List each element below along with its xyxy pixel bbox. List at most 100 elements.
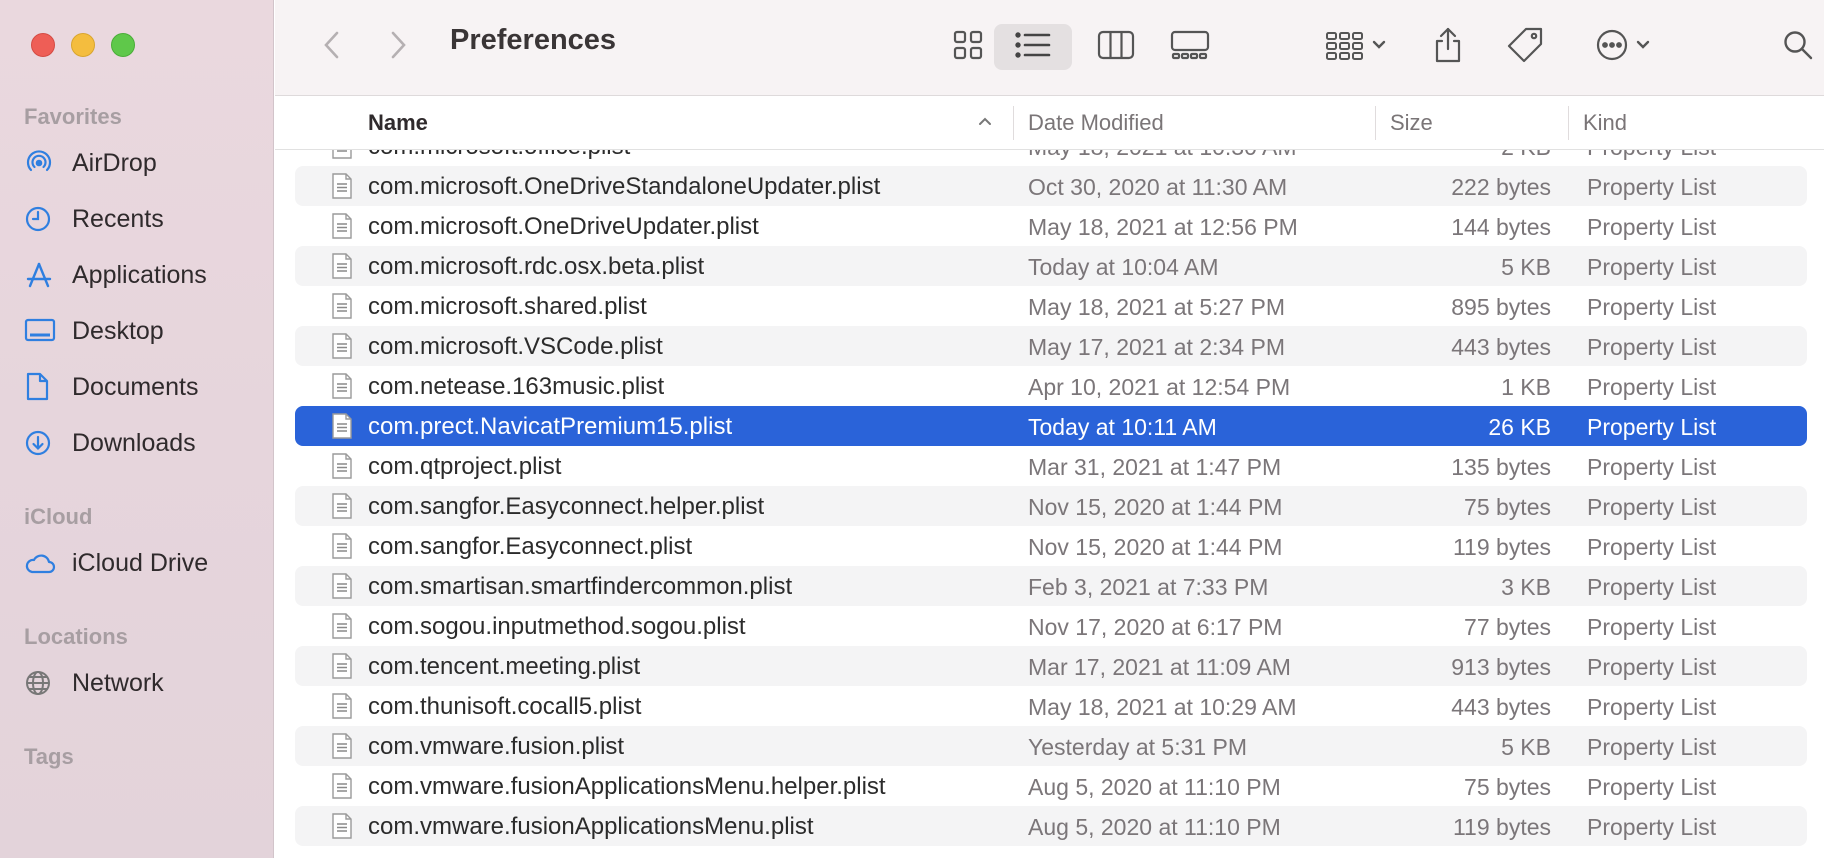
file-date-modified: Nov 15, 2020 at 1:44 PM — [1028, 534, 1283, 560]
file-date-modified: Apr 10, 2021 at 12:54 PM — [1028, 374, 1291, 400]
column-size-header[interactable]: Size — [1390, 110, 1433, 136]
column-name-header[interactable]: Name — [368, 110, 428, 136]
table-row[interactable]: com.vmware.fusionApplicationsMenu.plist A… — [295, 806, 1807, 846]
table-row[interactable]: com.sangfor.Easyconnect.helper.plist Nov … — [295, 486, 1807, 526]
file-kind: Property List — [1587, 654, 1717, 680]
file-kind: Property List — [1587, 374, 1717, 400]
file-name: com.prect.NavicatPremium15.plist — [368, 413, 733, 440]
gallery-icon — [1170, 30, 1210, 65]
sidebar-item-label: Recents — [72, 204, 164, 233]
file-kind: Property List — [1587, 534, 1717, 560]
file-size: 144 bytes — [1451, 214, 1551, 240]
file-kind: Property List — [1587, 574, 1717, 600]
file-name: com.sangfor.Easyconnect.plist — [368, 533, 693, 560]
ellipsis-circle-icon — [1595, 28, 1629, 67]
file-size: 135 bytes — [1451, 454, 1551, 480]
column-kind-header[interactable]: Kind — [1583, 110, 1627, 136]
file-kind: Property List — [1587, 294, 1717, 320]
table-row[interactable]: com.sogou.inputmethod.sogou.plist Nov 17,… — [295, 606, 1807, 646]
column-view-button[interactable] — [1083, 24, 1149, 70]
plist-file-icon — [331, 333, 353, 359]
table-row[interactable]: com.microsoft.shared.plist May 18, 2021 a… — [295, 286, 1807, 326]
share-button[interactable] — [1423, 24, 1473, 70]
table-row[interactable]: com.microsoft.VSCode.plist May 17, 2021 a… — [295, 326, 1807, 366]
file-size: 75 bytes — [1464, 774, 1551, 800]
table-row[interactable]: com.vmware.fusion.plist Yesterday at 5:31… — [295, 726, 1807, 766]
column-separator[interactable] — [1013, 106, 1014, 140]
file-name: com.thunisoft.cocall5.plist — [368, 693, 642, 720]
table-row[interactable]: com.qtproject.plist Mar 31, 2021 at 1:47 … — [295, 446, 1807, 486]
icon-view-button[interactable] — [935, 24, 1001, 70]
table-row[interactable]: com.netease.163music.plist Apr 10, 2021 a… — [295, 366, 1807, 406]
sidebar-item-downloads[interactable]: Downloads — [24, 420, 264, 466]
zoom-window-button[interactable] — [111, 33, 135, 57]
file-name: com.microsoft.OneDriveUpdater.plist — [368, 213, 759, 240]
forward-button[interactable] — [379, 24, 419, 70]
file-date-modified: Mar 17, 2021 at 11:09 AM — [1028, 654, 1291, 680]
tag-button[interactable] — [1497, 24, 1553, 70]
table-row[interactable]: com.microsoft.rdc.osx.beta.plist Today at… — [295, 246, 1807, 286]
table-row[interactable]: com.smartisan.smartfindercommon.plist Feb… — [295, 566, 1807, 606]
sidebar-item-icloud-drive[interactable]: iCloud Drive — [24, 540, 264, 586]
file-name: com.sogou.inputmethod.sogou.plist — [368, 613, 746, 640]
table-row[interactable]: com.microsoft.office.plist May 18, 2021 a… — [295, 150, 1807, 166]
sidebar-item-desktop[interactable]: Desktop — [24, 308, 264, 354]
grid-icon — [952, 29, 984, 66]
group-by-button[interactable] — [1315, 24, 1397, 70]
table-row-selected[interactable]: com.prect.NavicatPremium15.plist Today at… — [295, 406, 1807, 446]
table-row[interactable]: com.tencent.meeting.plist Mar 17, 2021 at… — [295, 646, 1807, 686]
clock-icon — [24, 202, 62, 236]
plist-file-icon — [331, 653, 353, 679]
file-kind: Property List — [1587, 334, 1717, 360]
plist-file-icon — [331, 293, 353, 319]
file-size: 75 bytes — [1464, 494, 1551, 520]
plist-file-icon — [331, 413, 353, 439]
file-name: com.smartisan.smartfindercommon.plist — [368, 573, 793, 600]
gallery-view-button[interactable] — [1157, 24, 1223, 70]
file-size: 3 KB — [1501, 574, 1551, 600]
sidebar-item-applications[interactable]: Applications — [24, 252, 264, 298]
plist-file-icon — [331, 213, 353, 239]
search-button[interactable] — [1775, 24, 1821, 70]
plist-file-icon — [331, 613, 353, 639]
file-name: com.qtproject.plist — [368, 453, 562, 480]
plist-file-icon — [331, 773, 353, 799]
file-date-modified: Aug 5, 2020 at 11:10 PM — [1028, 774, 1281, 800]
sidebar-item-documents[interactable]: Documents — [24, 364, 264, 410]
minimize-window-button[interactable] — [71, 33, 95, 57]
file-size: 119 bytes — [1452, 534, 1551, 560]
column-separator[interactable] — [1568, 106, 1569, 140]
file-name: com.microsoft.OneDriveStandaloneUpdater.… — [368, 173, 881, 200]
action-menu-button[interactable] — [1585, 24, 1661, 70]
list-view-button[interactable] — [994, 24, 1072, 70]
sidebar-item-recents[interactable]: Recents — [24, 196, 264, 242]
back-button[interactable] — [311, 24, 351, 70]
chevron-down-icon — [1635, 38, 1651, 56]
table-row[interactable]: com.microsoft.OneDriveStandaloneUpdater.… — [295, 166, 1807, 206]
file-date-modified: Oct 30, 2020 at 11:30 AM — [1028, 174, 1288, 200]
file-date-modified: Aug 5, 2020 at 11:10 PM — [1028, 814, 1281, 840]
plist-file-icon — [331, 573, 353, 599]
file-name: com.microsoft.rdc.osx.beta.plist — [368, 253, 705, 280]
file-date-modified: Yesterday at 5:31 PM — [1028, 734, 1248, 760]
file-date-modified: Today at 10:04 AM — [1028, 254, 1219, 280]
file-kind: Property List — [1587, 454, 1717, 480]
sidebar-item-airdrop[interactable]: AirDrop — [24, 140, 264, 186]
table-row[interactable]: com.microsoft.OneDriveUpdater.plist May 1… — [295, 206, 1807, 246]
table-row[interactable]: com.vmware.fusionApplicationsMenu.helper… — [295, 766, 1807, 806]
sidebar-item-network[interactable]: Network — [24, 660, 264, 706]
download-icon — [24, 426, 62, 460]
column-separator[interactable] — [1375, 106, 1376, 140]
table-row[interactable]: com.thunisoft.cocall5.plist May 18, 2021 … — [295, 686, 1807, 726]
plist-file-icon — [331, 373, 353, 399]
table-row[interactable]: com.sangfor.Easyconnect.plist Nov 15, 202… — [295, 526, 1807, 566]
plist-file-icon — [331, 150, 353, 159]
plist-file-icon — [331, 253, 353, 279]
favorites-section-title: Favorites — [24, 104, 122, 129]
column-date-header[interactable]: Date Modified — [1028, 110, 1164, 136]
file-name: com.vmware.fusionApplicationsMenu.plist — [368, 813, 814, 840]
plist-file-icon — [331, 533, 353, 559]
sidebar-item-label: AirDrop — [72, 148, 157, 177]
file-size: 119 bytes — [1452, 814, 1551, 840]
close-window-button[interactable] — [31, 33, 55, 57]
